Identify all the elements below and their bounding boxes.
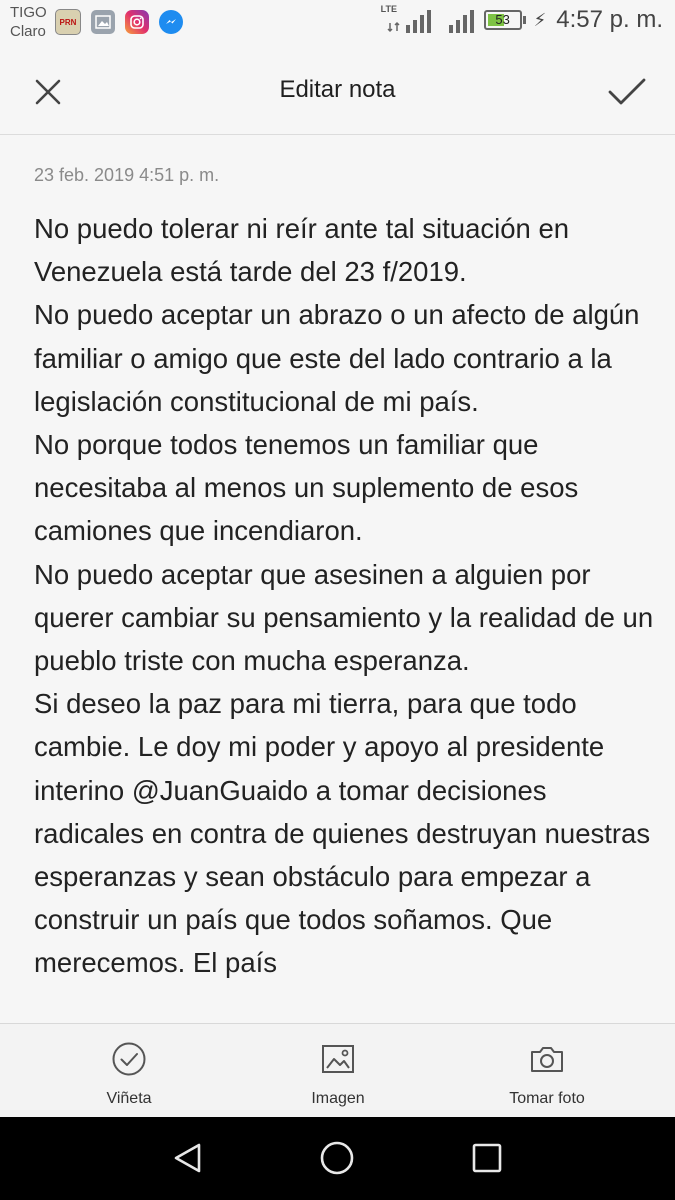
- status-right: LTE 53 ⚡︎ 4:57 p. m.: [381, 4, 663, 34]
- back-icon: [174, 1143, 201, 1173]
- note-toolbar: Viñeta Imagen Tomar foto: [0, 1023, 675, 1118]
- charging-icon: ⚡︎: [533, 9, 547, 30]
- take-photo-button[interactable]: Tomar foto: [467, 1024, 627, 1118]
- note-editor[interactable]: 23 feb. 2019 4:51 p. m. No puedo tolerar…: [0, 135, 675, 1023]
- carrier-primary: TIGO: [10, 4, 47, 21]
- status-time: 4:57 p. m.: [556, 6, 663, 33]
- carrier-secondary: Claro: [10, 23, 46, 40]
- image-button[interactable]: Imagen: [258, 1024, 418, 1118]
- take-photo-label: Tomar foto: [509, 1090, 585, 1107]
- signal-strength-icon: [448, 7, 474, 33]
- messenger-icon: [159, 10, 183, 34]
- carrier-info: TIGO Claro: [10, 3, 47, 41]
- checklist-circle-icon: [110, 1040, 148, 1078]
- note-timestamp: 23 feb. 2019 4:51 p. m.: [34, 165, 220, 185]
- checklist-button[interactable]: Viñeta: [49, 1024, 209, 1118]
- image-icon: [319, 1040, 357, 1078]
- network-type-label: LTE: [380, 4, 397, 14]
- status-bar: TIGO Claro PRN LTE 53 ⚡︎ 4:57 p. m.: [0, 0, 675, 48]
- back-button[interactable]: [163, 1135, 213, 1181]
- check-icon: [608, 78, 646, 105]
- note-paragraph: No puedo aceptar que asesinen a alguien …: [34, 558, 654, 677]
- app-header: Editar nota: [0, 48, 675, 135]
- battery-icon: 53: [483, 10, 526, 30]
- recents-button[interactable]: [462, 1135, 512, 1181]
- recents-icon: [472, 1143, 502, 1173]
- note-paragraph: No porque todos tenemos un familiar que …: [34, 429, 579, 547]
- battery-level: 53: [495, 12, 510, 27]
- checklist-label: Viñeta: [106, 1090, 152, 1107]
- prn-app-icon: PRN: [55, 9, 81, 35]
- note-paragraph: Si deseo la paz para mi tierra, para que…: [34, 688, 651, 979]
- page-title: Editar nota: [279, 76, 396, 103]
- lte-signal-icon: LTE: [381, 4, 431, 33]
- note-paragraph: No puedo aceptar un abrazo o un afecto d…: [34, 299, 640, 417]
- gallery-icon: [91, 10, 115, 34]
- instagram-icon: [125, 10, 149, 34]
- camera-icon: [528, 1040, 566, 1078]
- home-button[interactable]: [312, 1135, 362, 1181]
- save-button[interactable]: [603, 68, 651, 116]
- notification-icons: PRN: [55, 9, 183, 35]
- note-body[interactable]: No puedo tolerar ni reír ante tal situac…: [34, 207, 654, 985]
- image-label: Imagen: [311, 1090, 365, 1107]
- home-icon: [320, 1141, 354, 1175]
- note-paragraph: No puedo tolerar ni reír ante tal situac…: [34, 213, 570, 288]
- navigation-bar: [0, 1117, 675, 1200]
